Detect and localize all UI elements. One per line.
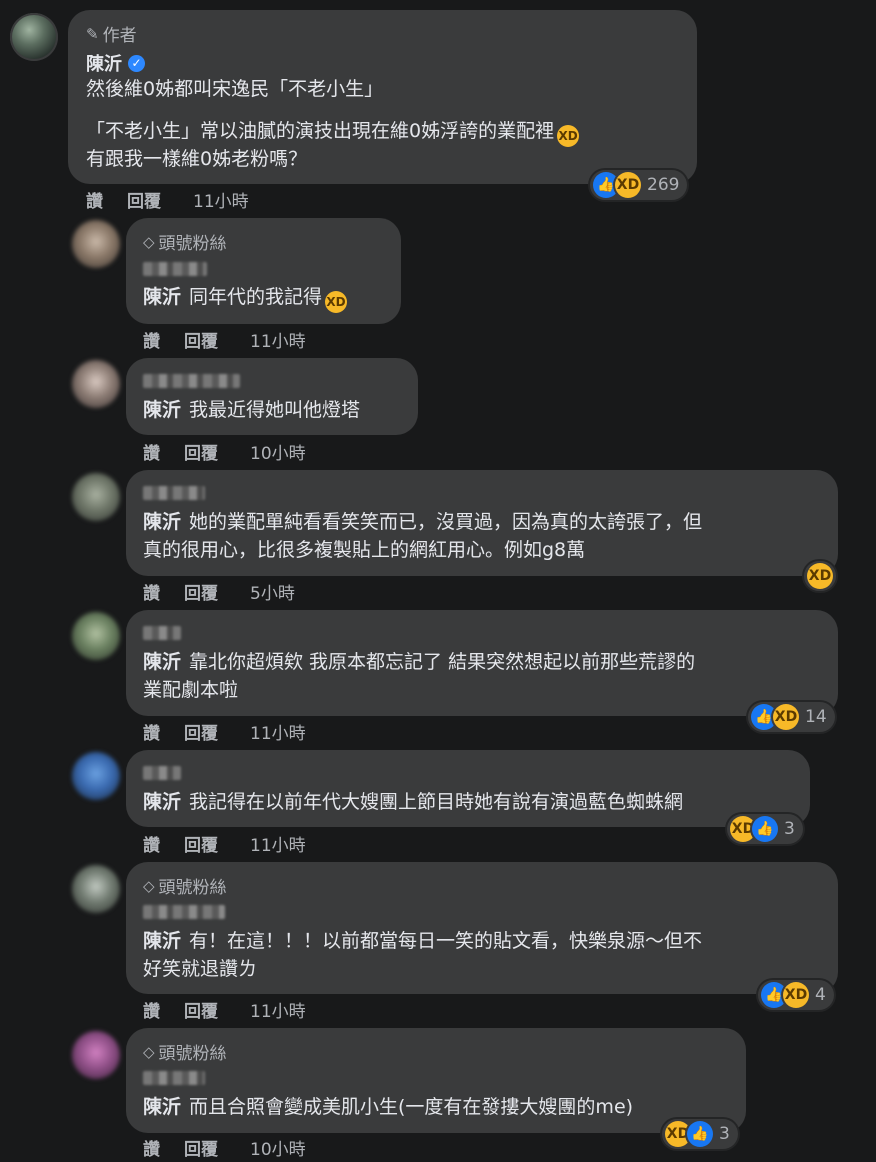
reaction-summary[interactable]: XD 👍 3 (662, 1119, 738, 1149)
laughing-face-icon: XD (773, 704, 799, 730)
reply-text-line: 陳沂 而且合照會變成美肌小生(一度有在發摟大嫂團的me) (143, 1096, 634, 1118)
timestamp[interactable]: 10小時 (250, 439, 306, 464)
laughing-face-icon: XD (615, 172, 641, 198)
comment-text-line: 「不老小生」常以油膩的演技出現在維0姊浮誇的業配裡 XD (86, 117, 580, 147)
like-button[interactable]: 讚 (143, 719, 160, 744)
commenter-name[interactable] (143, 486, 205, 500)
timestamp[interactable]: 11小時 (250, 719, 306, 744)
author-badge: ✎ 作者 (86, 21, 137, 47)
avatar[interactable] (72, 752, 120, 800)
mention-tag[interactable]: 陳沂 (143, 791, 181, 813)
diamond-icon: ◇ (143, 876, 155, 895)
reply-actions: 讚 回覆 5小時 (143, 579, 295, 604)
like-button[interactable]: 讚 (143, 579, 160, 604)
reply-text-line: 陳沂 靠北你超煩欸 我原本都忘記了 結果突然想起以前那些荒謬的 (143, 651, 696, 673)
thumbs-up-icon: 👍 (752, 816, 778, 842)
commenter-name[interactable] (143, 1071, 205, 1085)
thumbs-up-icon: 👍 (687, 1121, 713, 1147)
reaction-summary[interactable]: XD (804, 561, 836, 591)
reaction-summary[interactable]: XD 👍 3 (727, 814, 803, 844)
fan-badge: ◇ 頭號粉絲 (143, 876, 227, 899)
reply-actions: 讚 回覆 11小時 (143, 327, 306, 352)
laughing-face-icon: XD (783, 982, 809, 1008)
mention-tag[interactable]: 陳沂 (143, 930, 181, 952)
grinning-squint-emoji-icon: XD (325, 291, 348, 313)
reaction-count: 269 (647, 175, 680, 195)
reply-text-line: 陳沂 有！在這！！！以前都當每日一笑的貼文看，快樂泉源～但不 (143, 930, 703, 952)
commenter-name[interactable] (143, 374, 240, 388)
avatar[interactable] (72, 1031, 120, 1079)
reply-actions: 讚 回覆 11小時 (143, 719, 306, 744)
reply-button[interactable]: 回覆 (184, 831, 218, 856)
comment-thread: ✎ 作者 陳沂 ✓ 然後維0姊都叫宋逸民「不老小生」 「不老小生」常以油膩的演技… (0, 0, 876, 1162)
reply-button[interactable]: 回覆 (184, 327, 218, 352)
fan-badge: ◇ 頭號粉絲 (143, 1042, 227, 1065)
reply-text-line: 好笑就退讚ㄌ (143, 958, 258, 980)
reply-actions: 讚 回覆 10小時 (143, 1135, 306, 1160)
avatar[interactable] (72, 612, 120, 660)
verified-check-icon: ✓ (128, 54, 145, 72)
avatar[interactable] (72, 473, 120, 521)
author-name-row: 陳沂 ✓ (86, 50, 145, 76)
reply-button[interactable]: 回覆 (184, 719, 218, 744)
avatar[interactable] (72, 865, 120, 913)
mention-tag[interactable]: 陳沂 (143, 511, 181, 533)
comment-text-line: 然後維0姊都叫宋逸民「不老小生」 (86, 78, 384, 100)
reaction-count: 3 (784, 819, 795, 839)
comment-actions: 讚 回覆 11小時 (86, 187, 249, 212)
like-button[interactable]: 讚 (143, 1135, 160, 1160)
comment-text-line: 有跟我一樣維0姊老粉嗎？ (86, 148, 308, 170)
mention-tag[interactable]: 陳沂 (143, 399, 181, 421)
commenter-name[interactable] (143, 262, 207, 276)
reply-text-line: 陳沂 我記得在以前年代大嫂團上節目時她有說有演過藍色蜘蛛網 (143, 791, 684, 813)
reply-button[interactable]: 回覆 (184, 579, 218, 604)
reaction-count: 3 (719, 1124, 730, 1144)
reaction-summary[interactable]: 👍 XD 14 (748, 702, 835, 732)
avatar[interactable] (72, 360, 120, 408)
like-button[interactable]: 讚 (86, 187, 103, 212)
timestamp[interactable]: 11小時 (250, 997, 306, 1022)
reaction-count: 14 (805, 707, 827, 727)
reply-button[interactable]: 回覆 (184, 439, 218, 464)
reaction-summary[interactable]: 👍 XD 4 (758, 980, 834, 1010)
diamond-icon: ◇ (143, 1042, 155, 1061)
reaction-count: 4 (815, 985, 826, 1005)
avatar[interactable] (72, 220, 120, 268)
fan-badge: ◇ 頭號粉絲 (143, 232, 227, 255)
reply-text-line: 陳沂 我最近得她叫他燈塔 (143, 399, 361, 421)
laughing-face-icon: XD (807, 563, 833, 589)
commenter-name[interactable] (143, 905, 225, 919)
reply-actions: 讚 回覆 11小時 (143, 997, 306, 1022)
reply-text-line: 陳沂 同年代的我記得 XD (143, 283, 348, 313)
author-name[interactable]: 陳沂 (86, 50, 122, 76)
timestamp[interactable]: 11小時 (250, 327, 306, 352)
timestamp[interactable]: 11小時 (250, 831, 306, 856)
mention-tag[interactable]: 陳沂 (143, 1096, 181, 1118)
like-button[interactable]: 讚 (143, 831, 160, 856)
commenter-name[interactable] (143, 626, 181, 640)
pencil-icon: ✎ (86, 24, 99, 43)
rofl-emoji-icon: XD (557, 125, 580, 147)
reply-text-line: 陳沂 她的業配單純看看笑笑而已，沒買過，因為真的太誇張了，但 (143, 511, 703, 533)
like-button[interactable]: 讚 (143, 439, 160, 464)
diamond-icon: ◇ (143, 232, 155, 251)
reply-actions: 讚 回覆 10小時 (143, 439, 306, 464)
like-button[interactable]: 讚 (143, 997, 160, 1022)
reply-text-line: 真的很用心，比很多複製貼上的網紅用心。例如g8萬 (143, 539, 586, 561)
commenter-name[interactable] (143, 766, 181, 780)
author-avatar[interactable] (10, 13, 58, 61)
reply-button[interactable]: 回覆 (184, 997, 218, 1022)
author-badge-label: 作者 (102, 26, 137, 46)
mention-tag[interactable]: 陳沂 (143, 651, 181, 673)
reaction-summary[interactable]: 👍 XD 269 (590, 170, 688, 200)
timestamp[interactable]: 5小時 (250, 579, 295, 604)
reply-button[interactable]: 回覆 (184, 1135, 218, 1160)
timestamp[interactable]: 11小時 (193, 187, 249, 212)
timestamp[interactable]: 10小時 (250, 1135, 306, 1160)
reply-button[interactable]: 回覆 (127, 187, 161, 212)
reply-actions: 讚 回覆 11小時 (143, 831, 306, 856)
mention-tag[interactable]: 陳沂 (143, 286, 181, 308)
reply-text-line: 業配劇本啦 (143, 679, 239, 701)
like-button[interactable]: 讚 (143, 327, 160, 352)
